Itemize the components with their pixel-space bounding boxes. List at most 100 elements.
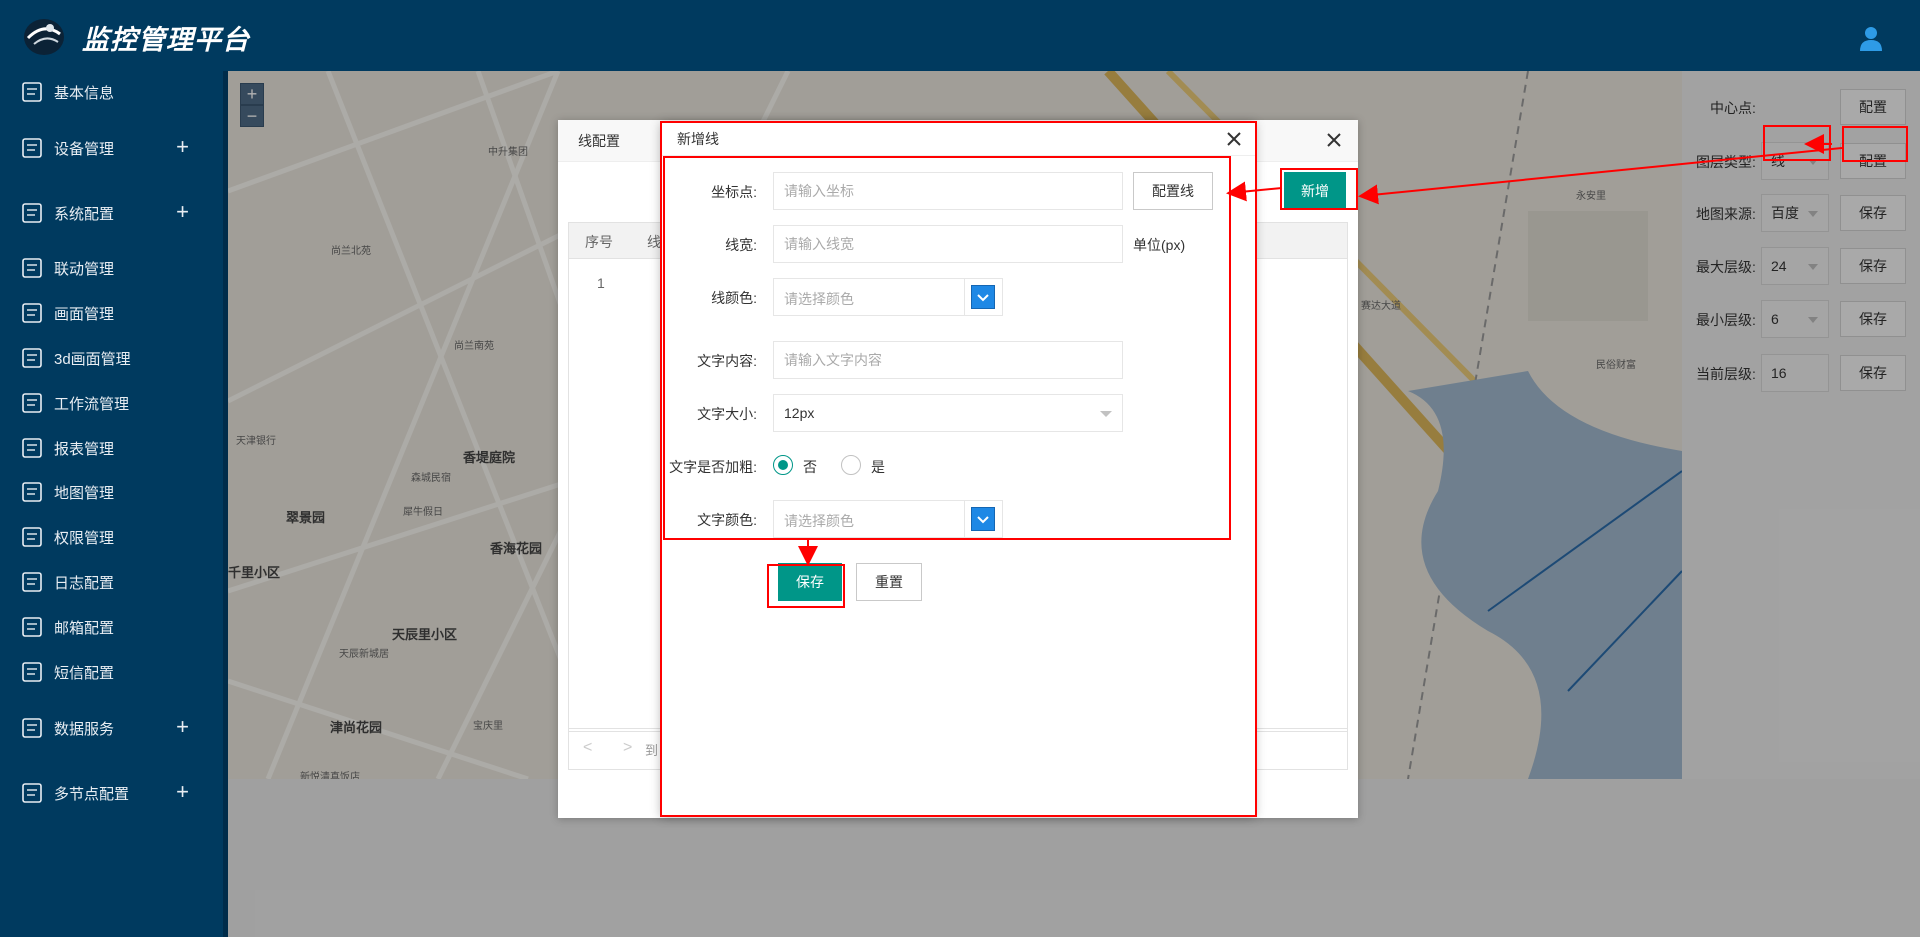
coord-row: 坐标点: 配置线 (661, 172, 1241, 210)
save-button[interactable]: 保存 (778, 563, 842, 601)
user-key-icon (22, 527, 42, 547)
text-content-input[interactable] (773, 341, 1123, 379)
sidebar-item-14[interactable]: 多节点配置 + (0, 775, 223, 811)
text-color-label: 文字颜色: (697, 512, 757, 528)
line-color-picker[interactable] (964, 279, 1002, 315)
line-color-field[interactable]: 请选择颜色 (773, 278, 1003, 316)
text-color-placeholder: 请选择颜色 (784, 513, 854, 529)
expand-plus-icon[interactable]: + (176, 716, 189, 738)
configure-line-button[interactable]: 配置线 (1133, 172, 1213, 210)
sidebar-item-5[interactable]: 3d画面管理 (0, 340, 223, 376)
sidebar-item-label: 系统配置 (54, 205, 115, 223)
report-icon (22, 438, 42, 458)
sidebar-item-7[interactable]: 报表管理 (0, 430, 223, 466)
chevron-down-icon (977, 294, 989, 302)
monitor-icon (22, 138, 42, 158)
sidebar-item-label: 联动管理 (54, 260, 115, 278)
sidebar-item-label: 邮箱配置 (54, 619, 115, 637)
sidebar-item-13[interactable]: 数据服务 + (0, 710, 223, 746)
sidebar-item-label: 地图管理 (54, 484, 115, 502)
text-row: 文字内容: (661, 341, 1241, 379)
expand-plus-icon[interactable]: + (176, 781, 189, 803)
font-size-value: 12px (784, 405, 815, 421)
sidebar-item-label: 多节点配置 (54, 785, 130, 803)
sidebar-item-0[interactable]: 基本信息 (0, 74, 223, 110)
sidebar-item-label: 权限管理 (54, 529, 115, 547)
width-unit: 单位(px) (1133, 237, 1186, 253)
sidebar-item-1[interactable]: 设备管理 + (0, 130, 223, 166)
add-line-title: 新增线 (661, 122, 1255, 156)
line-width-input[interactable] (773, 225, 1123, 263)
sidebar-item-8[interactable]: 地图管理 (0, 474, 223, 510)
caret-down-icon (1100, 411, 1112, 417)
bold-row: 文字是否加粗: 否 是 (661, 447, 1241, 485)
map-pin-icon (22, 482, 42, 502)
text-color-field[interactable]: 请选择颜色 (773, 500, 1003, 538)
sidebar-item-12[interactable]: 短信配置 (0, 654, 223, 690)
text-color-picker[interactable] (964, 501, 1002, 537)
bold-no-radio[interactable] (773, 455, 793, 475)
document-icon (22, 82, 42, 102)
user-icon[interactable] (1857, 24, 1885, 52)
app-title: 监控管理平台 (82, 25, 250, 56)
image-icon (22, 303, 42, 323)
close-icon[interactable] (1225, 130, 1243, 148)
sidebar-item-label: 画面管理 (54, 305, 115, 323)
sidebar-item-label: 数据服务 (54, 720, 115, 738)
color-swatch (971, 507, 995, 531)
add-line-button[interactable]: 新增 (1284, 172, 1346, 210)
top-header: 监控管理平台 (0, 0, 1920, 71)
coord-input[interactable] (773, 172, 1123, 210)
sidebar-item-label: 基本信息 (54, 84, 115, 102)
text-color-row: 文字颜色: 请选择颜色 (661, 500, 1241, 538)
log-icon (22, 572, 42, 592)
close-icon[interactable] (1324, 130, 1344, 150)
bold-label: 文字是否加粗: (669, 459, 757, 475)
line-color-placeholder: 请选择颜色 (784, 291, 854, 307)
sidebar-item-6[interactable]: 工作流管理 (0, 385, 223, 421)
sidebar-item-4[interactable]: 画面管理 (0, 295, 223, 331)
column-header-line: 线 (647, 234, 661, 250)
table-cell-index: 1 (597, 275, 605, 291)
sidebar-item-10[interactable]: 日志配置 (0, 564, 223, 600)
data-icon (22, 718, 42, 738)
coord-label: 坐标点: (711, 184, 757, 200)
expand-plus-icon[interactable]: + (176, 201, 189, 223)
logo-icon (24, 19, 64, 55)
workflow-icon (22, 393, 42, 413)
sidebar-item-label: 日志配置 (54, 574, 115, 592)
next-page-button[interactable]: > (623, 739, 632, 757)
width-label: 线宽: (725, 237, 757, 253)
font-size-select[interactable]: 12px (773, 394, 1123, 432)
sms-icon (22, 662, 42, 682)
sidebar-item-label: 设备管理 (54, 140, 115, 158)
sidebar-item-9[interactable]: 权限管理 (0, 519, 223, 555)
expand-plus-icon[interactable]: + (176, 136, 189, 158)
3d-icon (22, 348, 42, 368)
bold-yes-radio[interactable] (841, 455, 861, 475)
goto-label: 到 (645, 743, 659, 758)
line-color-row: 线颜色: 请选择颜色 (661, 278, 1241, 316)
reset-button[interactable]: 重置 (856, 563, 922, 601)
sidebar: 基本信息设备管理 + 系统配置 + 联动管理画面管理 3d画面管理 工作流管理报表管理地图管… (0, 71, 228, 937)
prev-page-button[interactable]: < (583, 739, 592, 757)
width-row: 线宽: 单位(px) (661, 225, 1241, 263)
chevron-down-icon (977, 516, 989, 524)
mail-icon (22, 617, 42, 637)
text-label: 文字内容: (697, 353, 757, 369)
bold-yes-label: 是 (871, 459, 885, 475)
line-color-label: 线颜色: (711, 290, 757, 306)
sidebar-item-label: 短信配置 (54, 664, 115, 682)
sidebar-item-3[interactable]: 联动管理 (0, 250, 223, 286)
sidebar-item-11[interactable]: 邮箱配置 (0, 609, 223, 645)
column-header-index: 序号 (585, 234, 613, 250)
bold-no-label: 否 (803, 459, 817, 475)
nodes-icon (22, 783, 42, 803)
sidebar-item-label: 报表管理 (54, 440, 115, 458)
sliders-icon (22, 203, 42, 223)
sidebar-item-2[interactable]: 系统配置 + (0, 195, 223, 231)
sidebar-item-label: 3d画面管理 (54, 350, 131, 368)
sidebar-item-label: 工作流管理 (54, 395, 130, 413)
font-size-row: 文字大小: 12px (661, 394, 1241, 432)
font-size-label: 文字大小: (697, 406, 757, 422)
